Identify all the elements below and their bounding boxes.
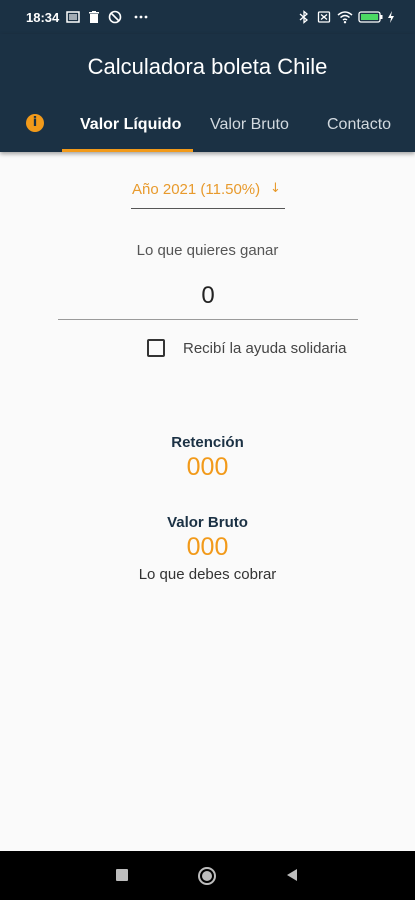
app-title: Calculadora boleta Chile — [87, 54, 328, 79]
arrow-down-icon: ↓ — [270, 181, 281, 196]
sim-icon — [317, 11, 331, 23]
status-time: 18:34 — [26, 10, 60, 25]
active-tab-indicator — [62, 149, 193, 152]
gallery-icon — [66, 11, 80, 23]
gross-title: Valor Bruto — [167, 514, 248, 531]
info-icon[interactable]: i — [26, 114, 44, 132]
retention-title: Retención — [171, 434, 244, 451]
battery-icon — [358, 11, 383, 23]
bluetooth-icon — [299, 10, 309, 24]
more-dots-icon — [134, 15, 148, 19]
trash-icon — [89, 11, 99, 23]
wifi-icon — [337, 11, 353, 24]
app-bar: Calculadora boleta Chile i Valor Líquido… — [0, 34, 415, 152]
home-button[interactable] — [197, 866, 217, 886]
amount-label: Lo que quieres ganar — [136, 242, 279, 259]
amount-input[interactable] — [58, 272, 358, 320]
blocked-icon — [108, 10, 122, 24]
year-dropdown-value: Año 2021 (11.50%) — [132, 181, 261, 198]
recents-button[interactable] — [114, 867, 130, 883]
year-dropdown[interactable]: Año 2021 (11.50%) ↓ — [131, 181, 285, 209]
system-nav-bar — [0, 851, 415, 900]
back-button[interactable] — [284, 867, 300, 883]
retention-value: 000 — [186, 453, 229, 481]
ayuda-solidaria-label[interactable]: Recibí la ayuda solidaria — [183, 340, 346, 357]
gross-caption: Lo que debes cobrar — [138, 566, 277, 583]
tab-valor-liquido[interactable]: Valor Líquido — [80, 116, 181, 134]
charging-icon — [388, 11, 394, 23]
tab-contacto[interactable]: Contacto — [327, 116, 391, 134]
tab-valor-bruto[interactable]: Valor Bruto — [210, 116, 289, 134]
ayuda-solidaria-checkbox[interactable] — [147, 339, 165, 357]
gross-value: 000 — [186, 533, 229, 561]
status-bar: 18:34 — [0, 0, 415, 34]
tab-bar: i Valor Líquido Valor Bruto Contacto — [0, 104, 415, 152]
